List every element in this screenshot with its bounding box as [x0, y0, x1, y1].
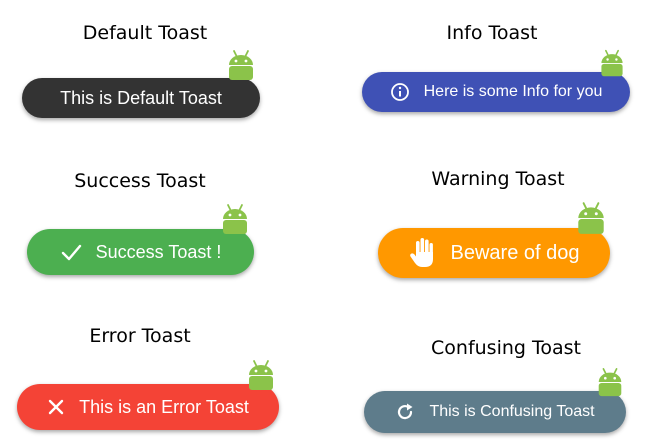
error-toast-title: Error Toast	[89, 325, 191, 347]
success-toast-message: Success Toast !	[95, 241, 222, 262]
warning-toast-title: Warning Toast	[431, 168, 565, 190]
android-icon	[578, 202, 604, 234]
confusing-toast[interactable]: This is Confusing Toast	[364, 391, 626, 433]
android-icon	[598, 367, 622, 397]
hand-icon	[409, 237, 437, 269]
close-icon	[47, 398, 65, 416]
check-icon	[60, 241, 82, 263]
android-icon	[601, 49, 623, 77]
error-toast-message: This is an Error Toast	[79, 396, 249, 417]
success-toast-title: Success Toast	[74, 170, 206, 192]
android-icon	[249, 360, 273, 390]
warning-toast-message: Beware of dog	[450, 241, 580, 264]
default-toast-title: Default Toast	[82, 22, 208, 44]
default-toast[interactable]: This is Default Toast	[22, 78, 260, 118]
refresh-icon	[395, 402, 415, 422]
confusing-toast-message: This is Confusing Toast	[429, 403, 595, 420]
info-toast-title: Info Toast	[446, 22, 538, 44]
info-toast[interactable]: Here is some Info for you	[362, 72, 630, 112]
android-icon	[223, 204, 247, 234]
android-icon	[229, 50, 253, 80]
error-toast[interactable]: This is an Error Toast	[17, 384, 279, 430]
default-toast-message: This is Default Toast	[60, 87, 222, 108]
info-toast-message: Here is some Info for you	[423, 83, 603, 100]
info-circle-icon	[390, 82, 410, 102]
confusing-toast-title: Confusing Toast	[431, 337, 581, 359]
